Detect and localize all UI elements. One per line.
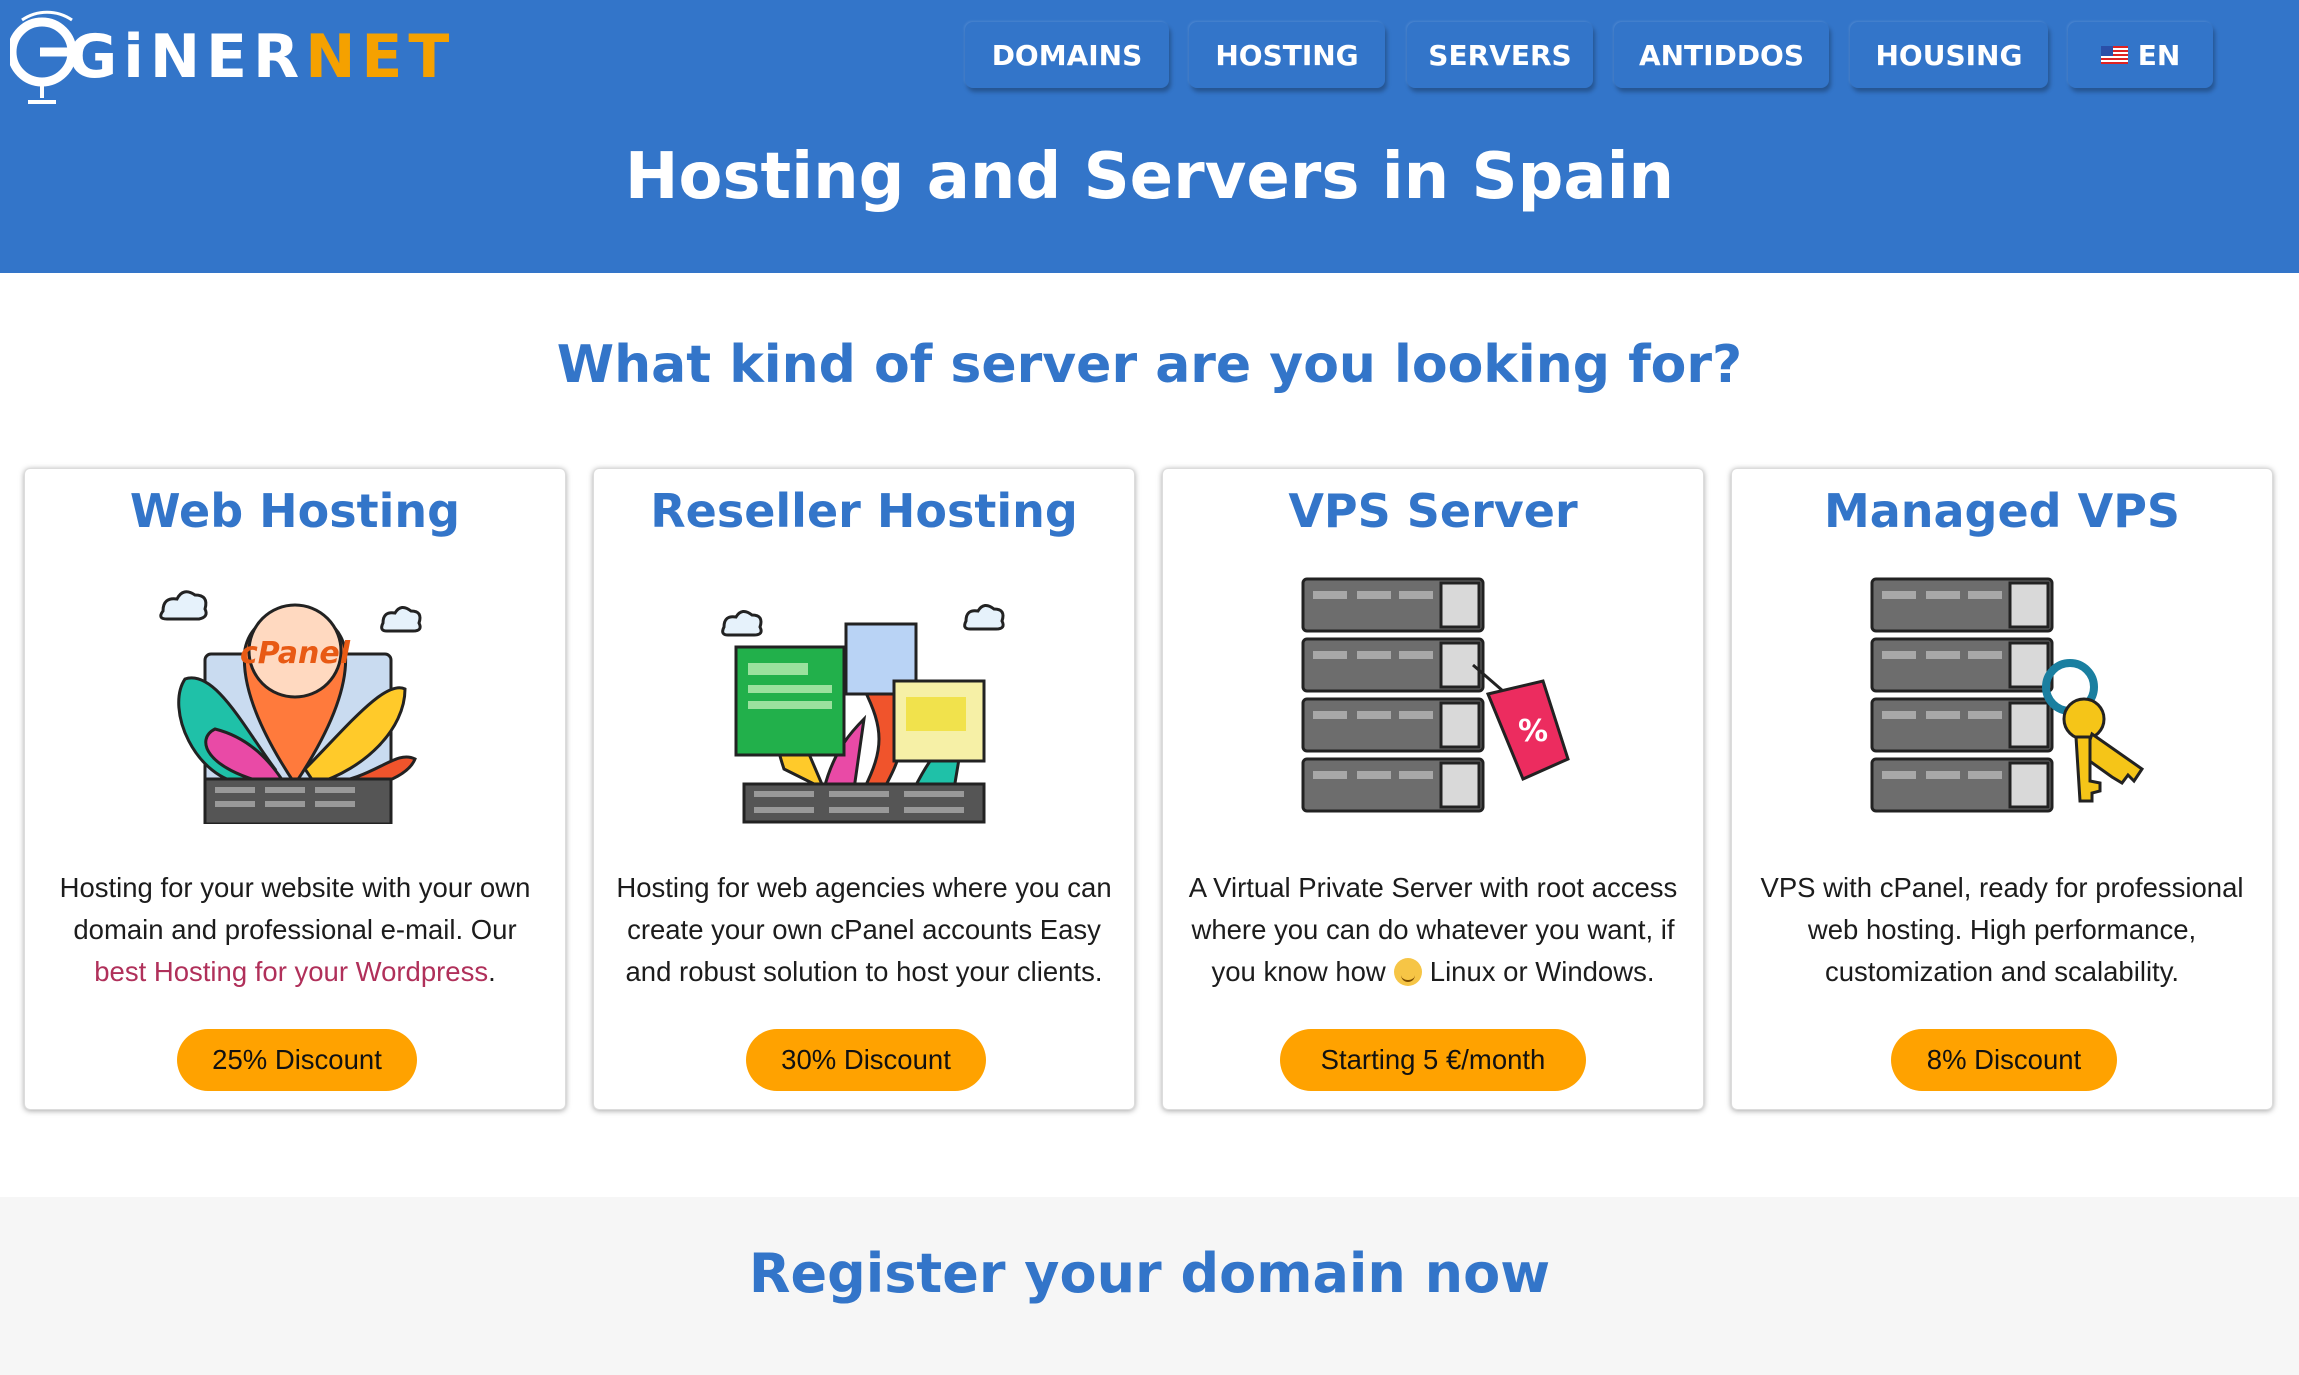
managed-vps-keys-icon	[1870, 577, 2145, 813]
register-domain-section: Register your domain now	[0, 1197, 2299, 1375]
vps-server-discount-icon: %	[1301, 577, 1570, 813]
card-web-hosting[interactable]: Web Hosting cPanel Hosting for your webs…	[24, 468, 566, 1110]
language-selector[interactable]: EN	[2068, 22, 2213, 88]
card-title: Managed VPS	[1823, 484, 2181, 538]
main-nav: DOMAINS HOSTING SERVERS ANTIDDOS HOUSING…	[0, 22, 2299, 92]
page-title: Hosting and Servers in Spain	[624, 140, 1675, 214]
discount-button[interactable]: 25% Discount	[177, 1029, 417, 1091]
card-description: A Virtual Private Server with root acces…	[1183, 867, 1683, 993]
language-label: EN	[2137, 38, 2181, 72]
discount-button[interactable]: 30% Discount	[746, 1029, 986, 1091]
card-reseller-hosting[interactable]: Reseller Hosting Hosting for web agencie…	[593, 468, 1135, 1110]
card-description-end: .	[488, 956, 496, 987]
nav-hosting[interactable]: HOSTING	[1189, 22, 1385, 88]
discount-button[interactable]: 8% Discount	[1891, 1029, 2117, 1091]
cpanel-hosting-icon: cPanel	[159, 590, 422, 824]
nav-antiddos[interactable]: ANTIDDOS	[1614, 22, 1829, 88]
card-description-text: Hosting for your website with your own d…	[59, 872, 531, 945]
card-title: Reseller Hosting	[650, 484, 1078, 538]
nav-domains[interactable]: DOMAINS	[965, 22, 1169, 88]
site-header: GiNERNET DOMAINS HOSTING SERVERS ANTIDDO…	[0, 0, 2299, 273]
reseller-hosting-icon	[721, 604, 1005, 824]
card-description-end: Linux or Windows.	[1429, 956, 1655, 987]
smiley-icon	[1393, 958, 1422, 986]
nav-servers[interactable]: SERVERS	[1407, 22, 1593, 88]
card-vps-server[interactable]: VPS Server % A Virtual Private Server wi…	[1162, 468, 1704, 1110]
svg-text:cPanel: cPanel	[240, 636, 351, 671]
card-description: VPS with cPanel, ready for professional …	[1760, 872, 2244, 987]
card-title: Web Hosting	[129, 484, 461, 538]
section-question: What kind of server are you looking for?	[556, 335, 1743, 395]
us-flag-icon	[2100, 46, 2128, 64]
register-domain-title: Register your domain now	[748, 1242, 1551, 1305]
wordpress-hosting-link[interactable]: best Hosting for your Wordpress	[94, 956, 488, 987]
svg-text:%: %	[1518, 714, 1548, 749]
card-managed-vps[interactable]: Managed VPS VPS with cPanel, ready for p…	[1731, 468, 2273, 1110]
discount-button[interactable]: Starting 5 €/month	[1280, 1029, 1586, 1091]
card-description: Hosting for your website with your own d…	[45, 867, 545, 993]
nav-housing[interactable]: HOUSING	[1850, 22, 2048, 88]
card-description: Hosting for web agencies where you can c…	[616, 872, 1112, 987]
card-title: VPS Server	[1288, 484, 1578, 538]
